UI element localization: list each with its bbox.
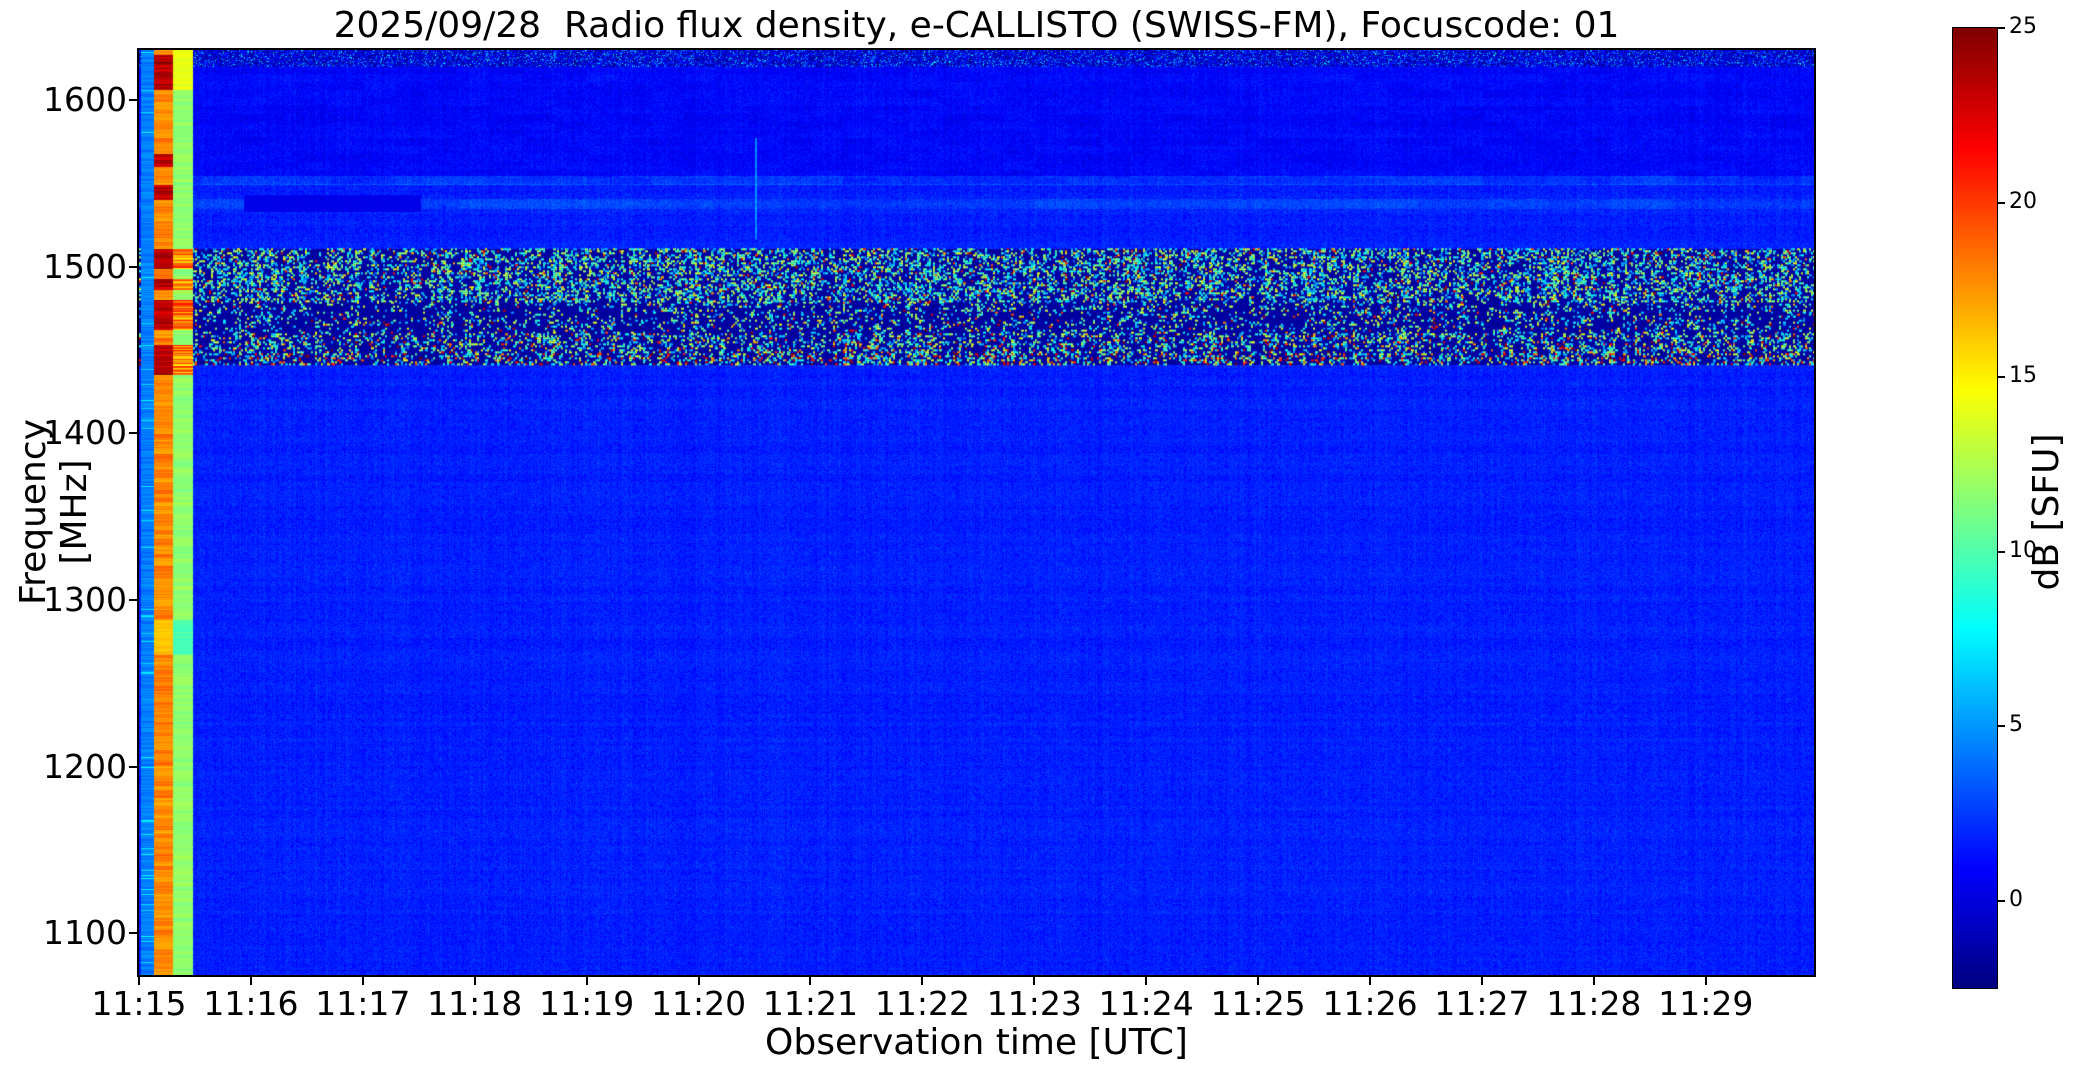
- figure-title: 2025/09/28 Radio flux density, e-CALLIST…: [333, 5, 1620, 46]
- y-tick-mark: [129, 932, 137, 935]
- colorbar-tick-mark: [1998, 376, 2005, 379]
- colorbar-tick-label: 15: [2009, 363, 2037, 389]
- colorbar-tick-label: 5: [2009, 712, 2023, 738]
- y-tick-label: 1100: [43, 913, 127, 953]
- colorbar-tick-label: 20: [2009, 188, 2037, 214]
- x-axis-label: Observation time [UTC]: [765, 1022, 1188, 1063]
- y-axis-label: Frequency [MHz]: [13, 419, 95, 605]
- colorbar-tick-label: 0: [2009, 886, 2023, 912]
- spectrogram-canvas: [139, 50, 1814, 975]
- colorbar-canvas: [1953, 28, 1997, 988]
- colorbar-tick-mark: [1998, 27, 2005, 29]
- y-tick-label: 1600: [43, 80, 127, 119]
- colorbar-tick-mark: [1998, 725, 2005, 728]
- y-tick-mark: [129, 432, 137, 435]
- y-tick-label: 1500: [43, 246, 127, 286]
- y-tick-mark: [129, 265, 137, 268]
- spectrogram-figure: 2025/09/28 Radio flux density, e-CALLIST…: [0, 0, 2082, 1067]
- y-tick-label: 1200: [43, 746, 127, 786]
- x-tick-label: 11:29: [1658, 984, 1754, 1023]
- colorbar-label: dB [SFU]: [2026, 433, 2067, 591]
- colorbar-tick-label: 25: [2009, 14, 2037, 39]
- y-tick-mark: [129, 765, 137, 768]
- plot-area: [137, 48, 1816, 977]
- colorbar: [1952, 27, 1998, 989]
- colorbar-tick-mark: [1998, 550, 2005, 553]
- y-tick-mark: [129, 599, 137, 601]
- colorbar-tick-mark: [1998, 899, 2005, 902]
- colorbar-tick-mark: [1998, 201, 2005, 204]
- y-tick-mark: [129, 99, 137, 101]
